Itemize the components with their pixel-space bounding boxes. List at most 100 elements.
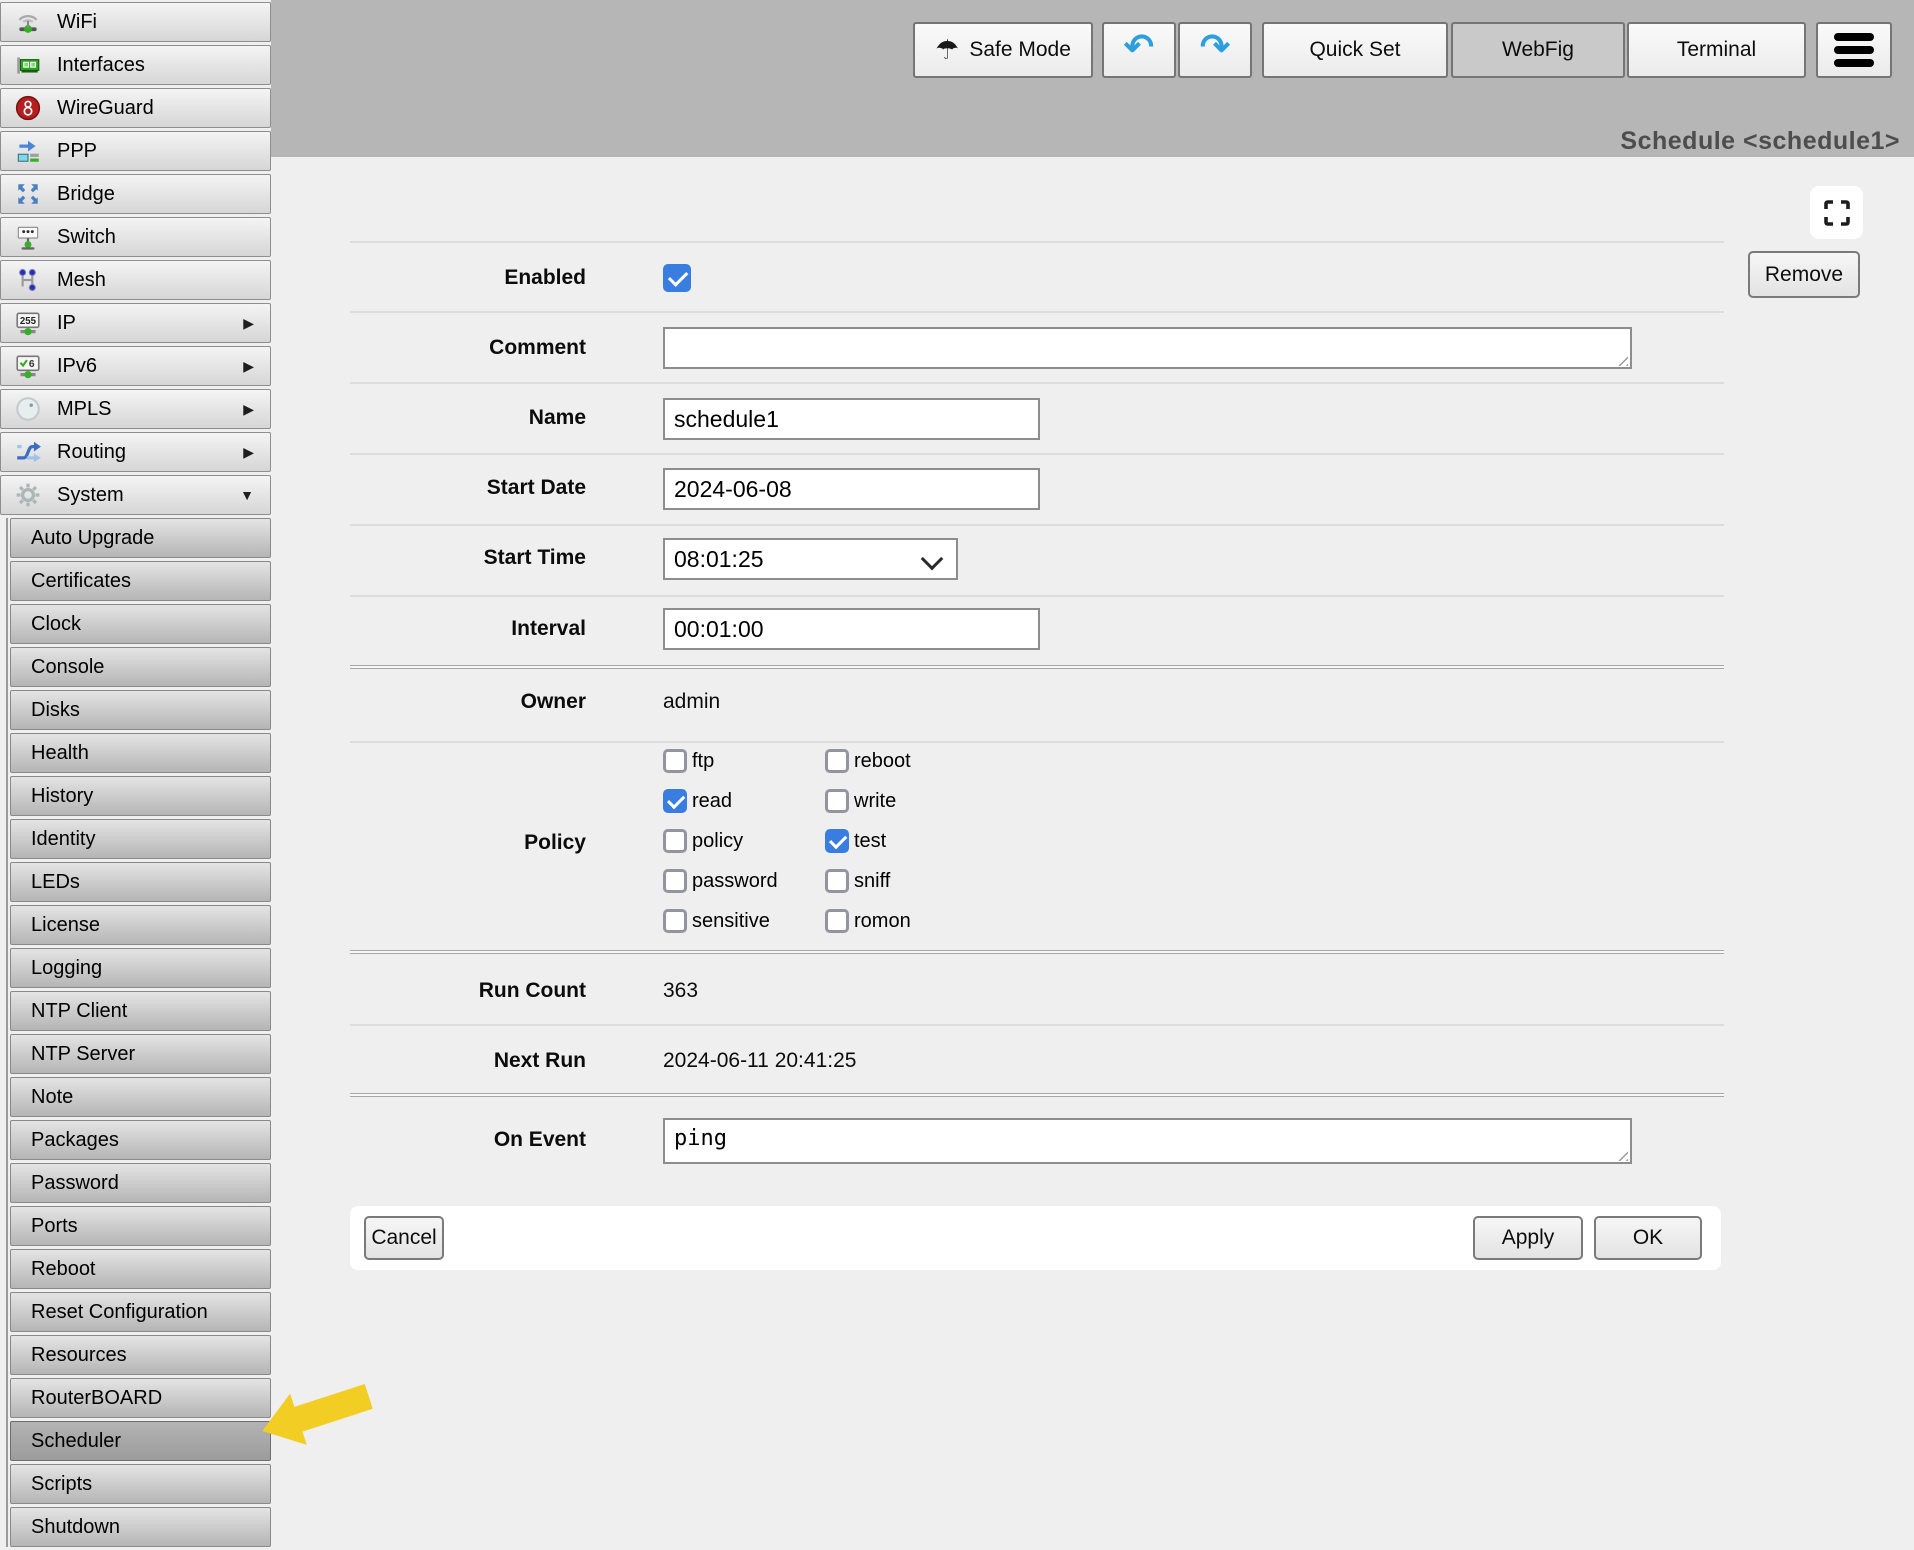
sidebar-item-bridge[interactable]: Bridge — [0, 174, 271, 214]
sidebar-item-routerboard[interactable]: RouterBOARD — [10, 1378, 271, 1418]
sidebar-item-ip[interactable]: 255IP▶ — [0, 303, 271, 343]
terminal-tab[interactable]: Terminal — [1627, 22, 1806, 78]
sidebar-item-label: Interfaces — [57, 54, 145, 77]
owner-value: admin — [663, 690, 720, 714]
sidebar-item-label: Console — [31, 656, 104, 679]
owner-label: Owner — [350, 690, 586, 714]
sidebar-item-label: Switch — [57, 226, 116, 249]
policy-option-label: sensitive — [692, 910, 770, 933]
redo-button[interactable]: ↷ — [1178, 22, 1252, 78]
apply-button[interactable]: Apply — [1473, 1216, 1583, 1260]
policy-checkbox-ftp[interactable] — [663, 749, 687, 773]
sidebar-item-mesh[interactable]: Mesh — [0, 260, 271, 300]
comment-label: Comment — [350, 336, 586, 360]
sidebar-item-resources[interactable]: Resources — [10, 1335, 271, 1375]
sidebar-item-label: Scripts — [31, 1473, 92, 1496]
sidebar-item-switch[interactable]: Switch — [0, 217, 271, 257]
sidebar-item-label: Password — [31, 1172, 119, 1195]
sidebar-item-history[interactable]: History — [10, 776, 271, 816]
sidebar-item-certificates[interactable]: Certificates — [10, 561, 271, 601]
menu-button[interactable] — [1816, 22, 1892, 78]
sidebar-item-ports[interactable]: Ports — [10, 1206, 271, 1246]
sidebar-item-shutdown[interactable]: Shutdown — [10, 1507, 271, 1547]
start-date-input[interactable] — [663, 468, 1040, 510]
on-event-label: On Event — [350, 1128, 586, 1152]
sidebar-item-ntp-client[interactable]: NTP Client — [10, 991, 271, 1031]
remove-button[interactable]: Remove — [1748, 251, 1860, 298]
sidebar-item-label: Note — [31, 1086, 73, 1109]
policy-checkbox-romon[interactable] — [825, 909, 849, 933]
sidebar-item-interfaces[interactable]: Interfaces — [0, 45, 271, 85]
webfig-tab[interactable]: WebFig — [1451, 22, 1625, 78]
ok-button[interactable]: OK — [1594, 1216, 1702, 1260]
policy-checkbox-policy[interactable] — [663, 829, 687, 853]
quick-set-tab[interactable]: Quick Set — [1262, 22, 1448, 78]
sidebar-item-ppp[interactable]: PPP — [0, 131, 271, 171]
top-band: ☂ Safe Mode ↶ ↷ Quick Set WebFig Termina… — [271, 0, 1914, 157]
hamburger-icon — [1834, 33, 1874, 67]
sidebar-item-wifi[interactable]: WiFi — [0, 2, 271, 42]
svg-text:6: 6 — [29, 359, 35, 370]
policy-option-label: reboot — [854, 750, 911, 773]
sidebar-item-reset-configuration[interactable]: Reset Configuration — [10, 1292, 271, 1332]
policy-checkbox-group: ftprebootreadwritepolicytestpasswordsnif… — [663, 749, 911, 933]
sidebar-item-license[interactable]: License — [10, 905, 271, 945]
sidebar-item-label: Certificates — [31, 570, 131, 593]
sidebar-item-reboot[interactable]: Reboot — [10, 1249, 271, 1289]
sidebar-item-scripts[interactable]: Scripts — [10, 1464, 271, 1504]
comment-input[interactable] — [663, 327, 1632, 369]
sidebar-item-auto-upgrade[interactable]: Auto Upgrade — [10, 518, 271, 558]
sidebar-item-routing[interactable]: Routing▶ — [0, 432, 271, 472]
sidebar-item-health[interactable]: Health — [10, 733, 271, 773]
policy-checkbox-read[interactable] — [663, 789, 687, 813]
sidebar-item-identity[interactable]: Identity — [10, 819, 271, 859]
enabled-checkbox[interactable] — [663, 264, 691, 292]
safe-mode-button[interactable]: ☂ Safe Mode — [913, 22, 1093, 78]
sidebar-item-logging[interactable]: Logging — [10, 948, 271, 988]
sidebar-item-disks[interactable]: Disks — [10, 690, 271, 730]
policy-option-label: policy — [692, 830, 743, 853]
policy-option-label: password — [692, 870, 778, 893]
sidebar-item-scheduler[interactable]: Scheduler — [10, 1421, 271, 1461]
policy-checkbox-sniff[interactable] — [825, 869, 849, 893]
policy-checkbox-write[interactable] — [825, 789, 849, 813]
sidebar-item-mpls[interactable]: MPLS▶ — [0, 389, 271, 429]
chevron-down-icon — [921, 548, 944, 571]
sidebar-item-wireguard[interactable]: WireGuard — [0, 88, 271, 128]
row-separator — [350, 241, 1724, 243]
policy-checkbox-test[interactable] — [825, 829, 849, 853]
chevron-right-icon: ▶ — [243, 401, 254, 418]
start-time-select[interactable]: 08:01:25 — [663, 538, 958, 580]
policy-checkbox-sensitive[interactable] — [663, 909, 687, 933]
interval-input[interactable] — [663, 608, 1040, 650]
policy-option-test: test — [825, 829, 886, 853]
cancel-button[interactable]: Cancel — [364, 1216, 444, 1260]
fullscreen-button[interactable] — [1810, 186, 1863, 239]
sidebar-item-password[interactable]: Password — [10, 1163, 271, 1203]
ip-icon: 255 — [13, 308, 43, 338]
policy-option-reboot: reboot — [825, 749, 911, 773]
sidebar-item-label: Resources — [31, 1344, 127, 1367]
ipv6-icon: 6 — [13, 351, 43, 381]
action-bar: Cancel Apply OK — [350, 1206, 1721, 1270]
sidebar-item-leds[interactable]: LEDs — [10, 862, 271, 902]
group-separator — [350, 665, 1724, 669]
sidebar-item-clock[interactable]: Clock — [10, 604, 271, 644]
name-input[interactable] — [663, 398, 1040, 440]
sidebar-item-note[interactable]: Note — [10, 1077, 271, 1117]
sidebar-item-packages[interactable]: Packages — [10, 1120, 271, 1160]
undo-icon: ↶ — [1124, 29, 1154, 65]
policy-option-romon: romon — [825, 909, 911, 933]
policy-checkbox-reboot[interactable] — [825, 749, 849, 773]
chevron-right-icon: ▶ — [243, 444, 254, 461]
sidebar-item-system[interactable]: System▼ — [0, 475, 271, 515]
mesh-icon — [13, 265, 43, 295]
policy-checkbox-password[interactable] — [663, 869, 687, 893]
sidebar-item-ipv6[interactable]: 6IPv6▶ — [0, 346, 271, 386]
sidebar-item-console[interactable]: Console — [10, 647, 271, 687]
undo-button[interactable]: ↶ — [1102, 22, 1176, 78]
sidebar-item-ntp-server[interactable]: NTP Server — [10, 1034, 271, 1074]
sidebar-item-label: Bridge — [57, 183, 115, 206]
on-event-input[interactable]: ping — [663, 1118, 1632, 1164]
sidebar-item-label: RouterBOARD — [31, 1387, 162, 1410]
